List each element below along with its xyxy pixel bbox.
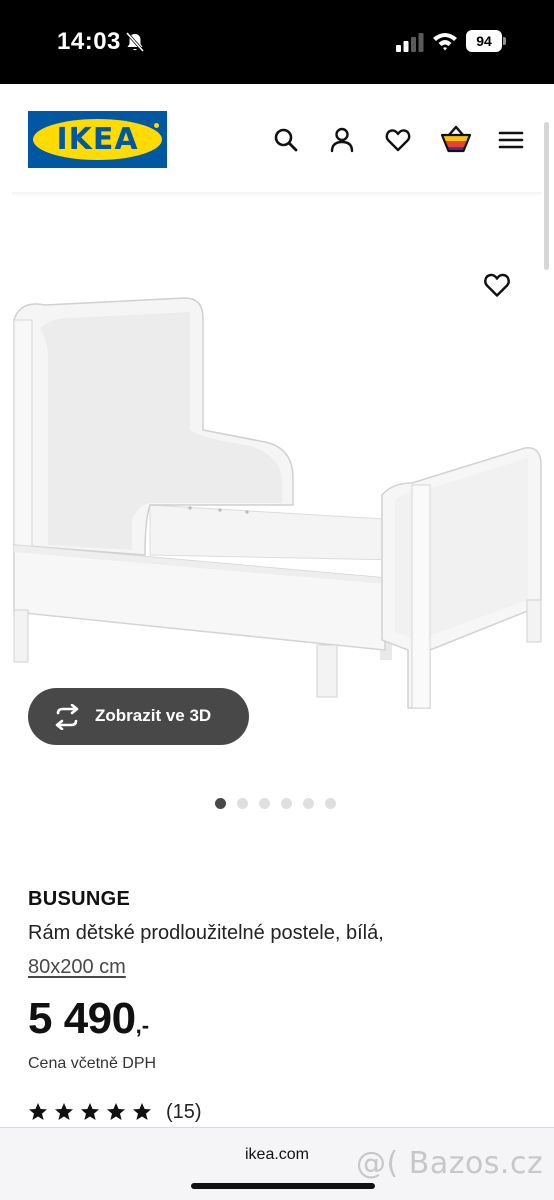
price-integer: 5 490: [28, 994, 136, 1043]
watermark: @( Bazos.cz: [356, 1146, 544, 1181]
star-icon: [81, 1103, 99, 1120]
rotate-3d-icon: [55, 704, 79, 730]
search-icon[interactable]: [272, 126, 300, 154]
product-name: BUSUNGE: [28, 888, 131, 910]
menu-icon[interactable]: [497, 126, 525, 154]
battery-indicator: 94: [466, 30, 506, 52]
product-size-link[interactable]: 80x200 cm: [28, 956, 126, 979]
price-vat-note: Cena včetně DPH: [28, 1055, 157, 1072]
carousel-dot[interactable]: [325, 798, 336, 809]
product-description: Rám dětské prodloužitelné postele, bílá,: [28, 922, 384, 944]
home-indicator[interactable]: [191, 1183, 375, 1189]
star-icon: [107, 1103, 125, 1120]
heart-icon[interactable]: [384, 126, 412, 154]
user-icon[interactable]: [328, 126, 356, 154]
add-to-wishlist-icon[interactable]: [482, 270, 512, 300]
star-icon: [29, 1103, 47, 1120]
carousel-dot[interactable]: [237, 798, 248, 809]
status-bar: 14:03 94: [0, 0, 554, 84]
wifi-icon: [433, 33, 457, 51]
carousel-dot[interactable]: [303, 798, 314, 809]
view-3d-label: Zobrazit ve 3D: [95, 706, 212, 725]
ikea-logo[interactable]: IKEA: [28, 111, 167, 168]
bell-muted-icon: [125, 32, 145, 52]
logo-registered-mark: [153, 122, 160, 129]
price-suffix: ,-: [135, 1013, 150, 1038]
signal-icon: [396, 33, 424, 52]
rating-count: (15): [166, 1100, 202, 1123]
site-header: IKEA: [0, 84, 554, 196]
basket-icon[interactable]: [440, 124, 472, 154]
image-carousel-dots: [215, 798, 336, 810]
star-icon: [133, 1103, 151, 1120]
product-price: 5 490,-: [28, 994, 149, 1044]
carousel-dot[interactable]: [259, 798, 270, 809]
battery-nub: [503, 37, 506, 45]
page: 14:03 94 IKEA Zobrazit ve 3D BUSUNGE Rám…: [0, 0, 554, 1200]
battery-level: 94: [466, 30, 502, 52]
star-icon: [55, 1103, 73, 1120]
product-rating[interactable]: (15): [28, 1100, 202, 1124]
carousel-dot[interactable]: [215, 798, 226, 809]
status-time: 14:03: [57, 28, 121, 55]
view-3d-button[interactable]: Zobrazit ve 3D: [28, 688, 249, 745]
logo-text: IKEA: [56, 122, 139, 157]
carousel-dot[interactable]: [281, 798, 292, 809]
